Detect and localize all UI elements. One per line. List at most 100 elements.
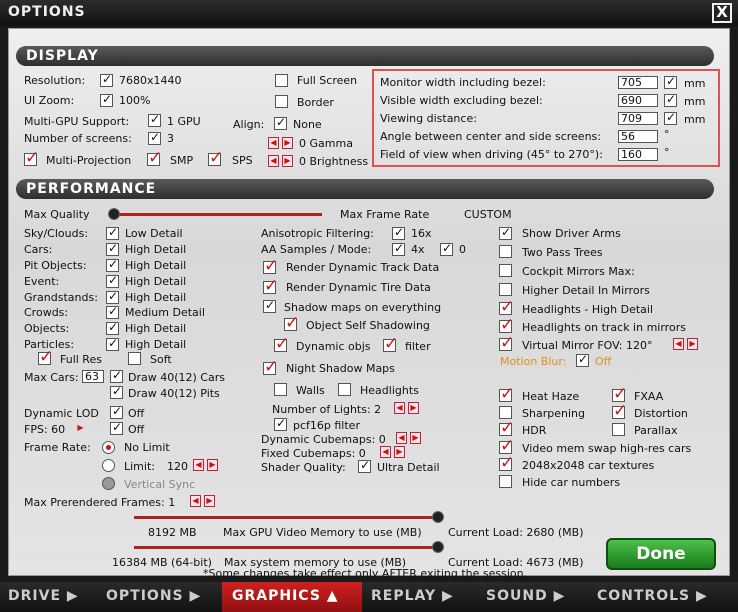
nav-graphics[interactable]: GRAPHICS ▲ bbox=[232, 588, 339, 604]
detail-value[interactable]: Medium Detail bbox=[125, 306, 205, 319]
aa-mode-dropdown-icon[interactable] bbox=[440, 241, 453, 256]
limit-increase-arrow-icon[interactable]: ▶ bbox=[207, 459, 218, 471]
viewing-distance-input[interactable]: 709 bbox=[618, 112, 658, 125]
draw-cars-dropdown-icon[interactable] bbox=[110, 368, 123, 383]
system-memory-slider-track[interactable] bbox=[134, 546, 438, 549]
aa-value[interactable]: 4x bbox=[411, 243, 425, 256]
multiprojection-checkbox[interactable] bbox=[24, 148, 39, 168]
detail-dropdown-icon[interactable] bbox=[106, 241, 119, 256]
aniso-value[interactable]: 16x bbox=[411, 227, 432, 240]
detail-value[interactable]: High Detail bbox=[125, 322, 186, 335]
full-res-checkbox[interactable] bbox=[38, 347, 53, 367]
shader-value[interactable]: Ultra Detail bbox=[377, 461, 440, 474]
quality-slider-track[interactable] bbox=[112, 213, 322, 216]
nav-options[interactable]: OPTIONS ▶ bbox=[106, 588, 201, 604]
viewing-distance-unit-dropdown-icon[interactable] bbox=[664, 110, 677, 125]
show-arms-checkbox[interactable] bbox=[499, 225, 512, 240]
detail-dropdown-icon[interactable] bbox=[106, 289, 119, 304]
motion-blur-value[interactable]: Off bbox=[595, 355, 611, 368]
detail-value[interactable]: High Detail bbox=[125, 338, 186, 351]
vsync-radio[interactable] bbox=[102, 477, 115, 490]
detail-dropdown-icon[interactable] bbox=[106, 225, 119, 240]
hdr-checkbox[interactable] bbox=[499, 418, 514, 438]
gamma-increase-arrow-icon[interactable]: ▶ bbox=[282, 137, 293, 149]
border-checkbox[interactable] bbox=[275, 95, 288, 108]
visible-width-unit-dropdown-icon[interactable] bbox=[664, 92, 677, 107]
fullscreen-checkbox[interactable] bbox=[275, 74, 288, 87]
lights-decrease-arrow-icon[interactable]: ◀ bbox=[394, 402, 405, 414]
detail-dropdown-icon[interactable] bbox=[106, 304, 119, 319]
night-shadow-checkbox[interactable] bbox=[263, 357, 278, 377]
ui-zoom-value[interactable]: 100% bbox=[119, 94, 150, 107]
fixed-cube-decrease-arrow-icon[interactable]: ◀ bbox=[380, 446, 391, 458]
parallax-checkbox[interactable] bbox=[612, 423, 625, 436]
soft-checkbox[interactable] bbox=[128, 352, 141, 365]
detail-value[interactable]: Low Detail bbox=[125, 227, 183, 240]
limit-decrease-arrow-icon[interactable]: ◀ bbox=[193, 459, 204, 471]
self-shadow-checkbox[interactable] bbox=[284, 313, 299, 333]
shadow-all-dropdown-icon[interactable] bbox=[263, 298, 276, 313]
fps-dropdown-icon[interactable] bbox=[110, 420, 123, 435]
detail-value[interactable]: High Detail bbox=[125, 243, 186, 256]
higher-detail-checkbox[interactable] bbox=[499, 283, 512, 296]
done-button[interactable]: Done bbox=[606, 538, 716, 570]
motion-blur-dropdown-icon[interactable] bbox=[576, 352, 589, 367]
monitor-width-unit-dropdown-icon[interactable] bbox=[664, 74, 677, 89]
walls-checkbox[interactable] bbox=[274, 383, 287, 396]
prerendered-decrease-arrow-icon[interactable]: ◀ bbox=[190, 495, 201, 507]
dynamic-lod-value[interactable]: Off bbox=[128, 407, 144, 420]
dynamic-objs-checkbox[interactable] bbox=[274, 334, 289, 354]
detail-dropdown-icon[interactable] bbox=[106, 320, 119, 335]
aniso-dropdown-icon[interactable] bbox=[392, 225, 405, 240]
distortion-checkbox[interactable] bbox=[612, 401, 627, 421]
aa-mode-value[interactable]: 0 bbox=[459, 243, 466, 256]
quality-slider-knob[interactable] bbox=[108, 208, 120, 220]
system-memory-slider-knob[interactable] bbox=[432, 541, 444, 553]
dynamic-lod-dropdown-icon[interactable] bbox=[110, 404, 123, 419]
draw-cars-value[interactable]: Draw 40(12) Cars bbox=[128, 371, 225, 384]
hide-numbers-checkbox[interactable] bbox=[499, 475, 512, 488]
fov-increase-arrow-icon[interactable]: ▶ bbox=[687, 338, 698, 350]
resolution-value[interactable]: 7680x1440 bbox=[119, 74, 182, 87]
headlights-mirrors-checkbox[interactable] bbox=[499, 315, 514, 335]
fov-decrease-arrow-icon[interactable]: ◀ bbox=[673, 338, 684, 350]
resolution-dropdown-icon[interactable] bbox=[100, 72, 113, 87]
align-value[interactable]: None bbox=[293, 118, 322, 131]
sps-checkbox[interactable] bbox=[208, 148, 223, 168]
dyn-cube-increase-arrow-icon[interactable]: ▶ bbox=[410, 432, 421, 444]
fixed-cube-increase-arrow-icon[interactable]: ▶ bbox=[394, 446, 405, 458]
draw-pits-value[interactable]: Draw 40(12) Pits bbox=[128, 387, 220, 400]
brightness-decrease-arrow-icon[interactable]: ◀ bbox=[268, 155, 279, 167]
pcf-label[interactable]: pcf16p filter bbox=[293, 419, 360, 432]
multigpu-value[interactable]: 1 GPU bbox=[167, 115, 201, 128]
lights-increase-arrow-icon[interactable]: ▶ bbox=[408, 402, 419, 414]
brightness-increase-arrow-icon[interactable]: ▶ bbox=[282, 155, 293, 167]
ui-zoom-dropdown-icon[interactable] bbox=[100, 92, 113, 107]
fov-input[interactable]: 160 bbox=[618, 148, 658, 161]
tex2048-checkbox[interactable] bbox=[499, 453, 514, 473]
detail-dropdown-icon[interactable] bbox=[106, 257, 119, 272]
cockpit-mirrors-checkbox[interactable] bbox=[499, 264, 512, 277]
gpu-memory-slider-knob[interactable] bbox=[432, 511, 444, 523]
monitor-width-input[interactable]: 705 bbox=[618, 76, 658, 89]
prerendered-increase-arrow-icon[interactable]: ▶ bbox=[204, 495, 215, 507]
filter-checkbox[interactable] bbox=[383, 334, 398, 354]
max-cars-input[interactable]: 63 bbox=[82, 370, 104, 383]
no-limit-radio[interactable] bbox=[102, 441, 115, 454]
headlights-shadow-checkbox[interactable] bbox=[338, 383, 351, 396]
fps-value[interactable]: Off bbox=[128, 423, 144, 436]
align-dropdown-icon[interactable] bbox=[274, 115, 287, 130]
render-tire-checkbox[interactable] bbox=[263, 276, 278, 296]
aa-dropdown-icon[interactable] bbox=[392, 241, 405, 256]
detail-value[interactable]: High Detail bbox=[125, 275, 186, 288]
screens-value[interactable]: 3 bbox=[167, 132, 174, 145]
screens-dropdown-icon[interactable] bbox=[148, 130, 161, 145]
detail-dropdown-icon[interactable] bbox=[106, 336, 119, 351]
heat-haze-checkbox[interactable] bbox=[499, 384, 514, 404]
shader-dropdown-icon[interactable] bbox=[358, 458, 371, 473]
nav-drive[interactable]: DRIVE ▶ bbox=[8, 588, 79, 604]
fps-arrow-icon[interactable]: ▶ bbox=[75, 423, 86, 435]
gpu-memory-slider-track[interactable] bbox=[134, 516, 438, 519]
smp-checkbox[interactable] bbox=[147, 148, 162, 168]
close-button[interactable]: X bbox=[712, 3, 732, 23]
